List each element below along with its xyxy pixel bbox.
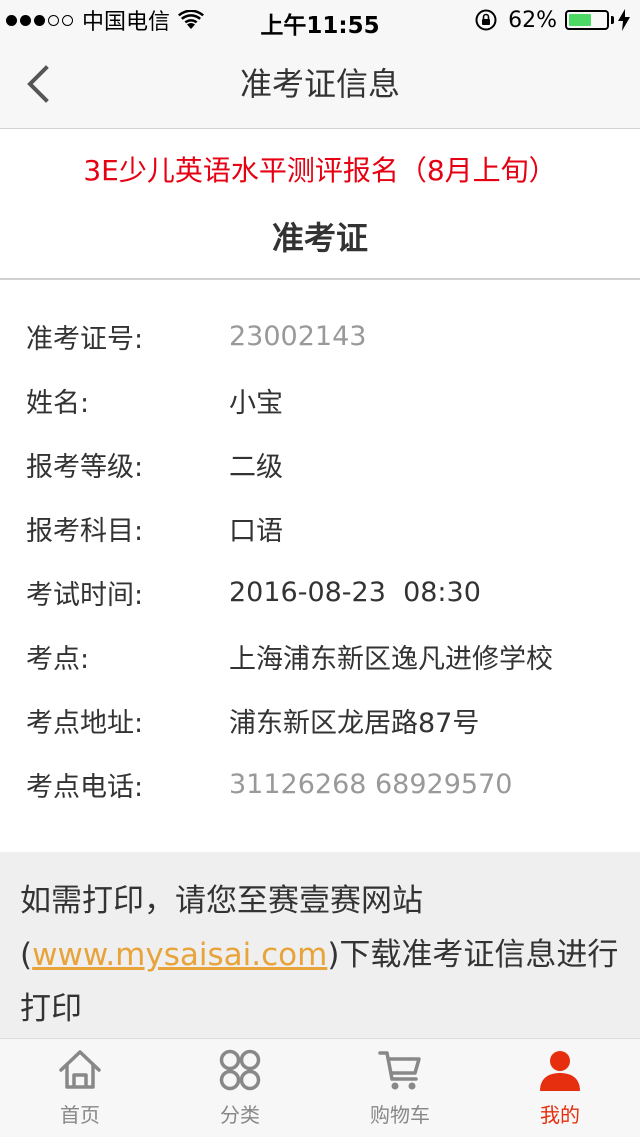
info-label: 准考证号: [26,323,144,355]
notice-line-1: 如需打印，请您至赛壹赛网站 [20,883,423,919]
tab-cart[interactable]: 购物车 [320,1039,480,1137]
notice-line-2: (www.mysaisai.com)下载准考证信息进行 [20,928,620,982]
info-label: 姓名: [26,387,90,419]
info-value: 小宝 [229,387,283,419]
status-bar: 中国电信 上午11:55 62% [0,0,640,40]
info-value: 二级 [229,451,283,483]
battery-percent: 62% [508,7,557,33]
info-label: 考点: [26,643,90,675]
category-icon [219,1049,261,1091]
rotation-lock-icon [475,9,497,31]
cart-icon [378,1051,421,1090]
notice-paren-open: ( [20,937,33,973]
tab-category[interactable]: 分类 [160,1039,320,1137]
website-link[interactable]: www.mysaisai.com [32,937,327,973]
charging-bolt-icon [618,9,630,31]
battery-cap [611,16,614,24]
tab-mine[interactable]: 我的 [480,1039,640,1137]
info-label: 报考科目: [26,515,144,547]
print-notice: 如需打印，请您至赛壹赛网站 (www.mysaisai.com)下载准考证信息进… [0,852,640,1038]
info-value: 23002143 [229,320,367,352]
info-label: 考点地址: [26,707,144,739]
notice-text-after-link: )下载准考证信息进行 [327,937,619,973]
status-right: 62% [474,7,630,33]
tab-label: 首页 [60,1103,100,1127]
admission-info-list: 准考证号: 23002143 姓名: 小宝 报考等级: 二级 报考科目: 口语 … [0,304,640,816]
home-icon [59,1050,101,1089]
info-value: 上海浦东新区逸凡进修学校 [229,643,553,675]
info-row-subject: 报考科目: 口语 [0,496,640,560]
info-value: 口语 [229,515,283,547]
tab-bar: 首页 分类 购物车 我的 [0,1038,640,1137]
info-value: 2016-08-23 08:30 [229,576,481,608]
info-label: 考点电话: [26,771,144,803]
info-row-site-address: 考点地址: 浦东新区龙居路87号 [0,688,640,752]
info-row-level: 报考等级: 二级 [0,432,640,496]
info-row-name: 姓名: 小宝 [0,368,640,432]
info-row-exam-site: 考点: 上海浦东新区逸凡进修学校 [0,624,640,688]
exam-name: 3E少儿英语水平测评报名（8月上旬） [83,154,557,187]
info-row-exam-time: 考试时间: 2016-08-23 08:30 [0,560,640,624]
tab-label: 分类 [220,1103,260,1127]
info-label: 报考等级: [26,451,144,483]
exam-header: 3E少儿英语水平测评报名（8月上旬） 准考证 [0,129,640,280]
tab-home[interactable]: 首页 [0,1039,160,1137]
navigation-bar: 准考证信息 [0,40,640,129]
info-value: 31126268 68929570 [229,768,513,800]
admission-ticket-title: 准考证 [271,219,368,257]
info-value: 浦东新区龙居路87号 [229,707,480,739]
page-title: 准考证信息 [239,65,400,103]
info-row-ticket-number: 准考证号: 23002143 [0,304,640,368]
tab-label: 购物车 [370,1103,430,1127]
info-row-site-phone: 考点电话: 31126268 68929570 [0,752,640,816]
battery-icon [565,10,609,30]
battery-fill [569,14,592,26]
info-label: 考试时间: [26,579,144,611]
tab-label: 我的 [540,1103,580,1127]
notice-line-3: 打印 [20,991,82,1027]
user-icon [540,1051,580,1091]
